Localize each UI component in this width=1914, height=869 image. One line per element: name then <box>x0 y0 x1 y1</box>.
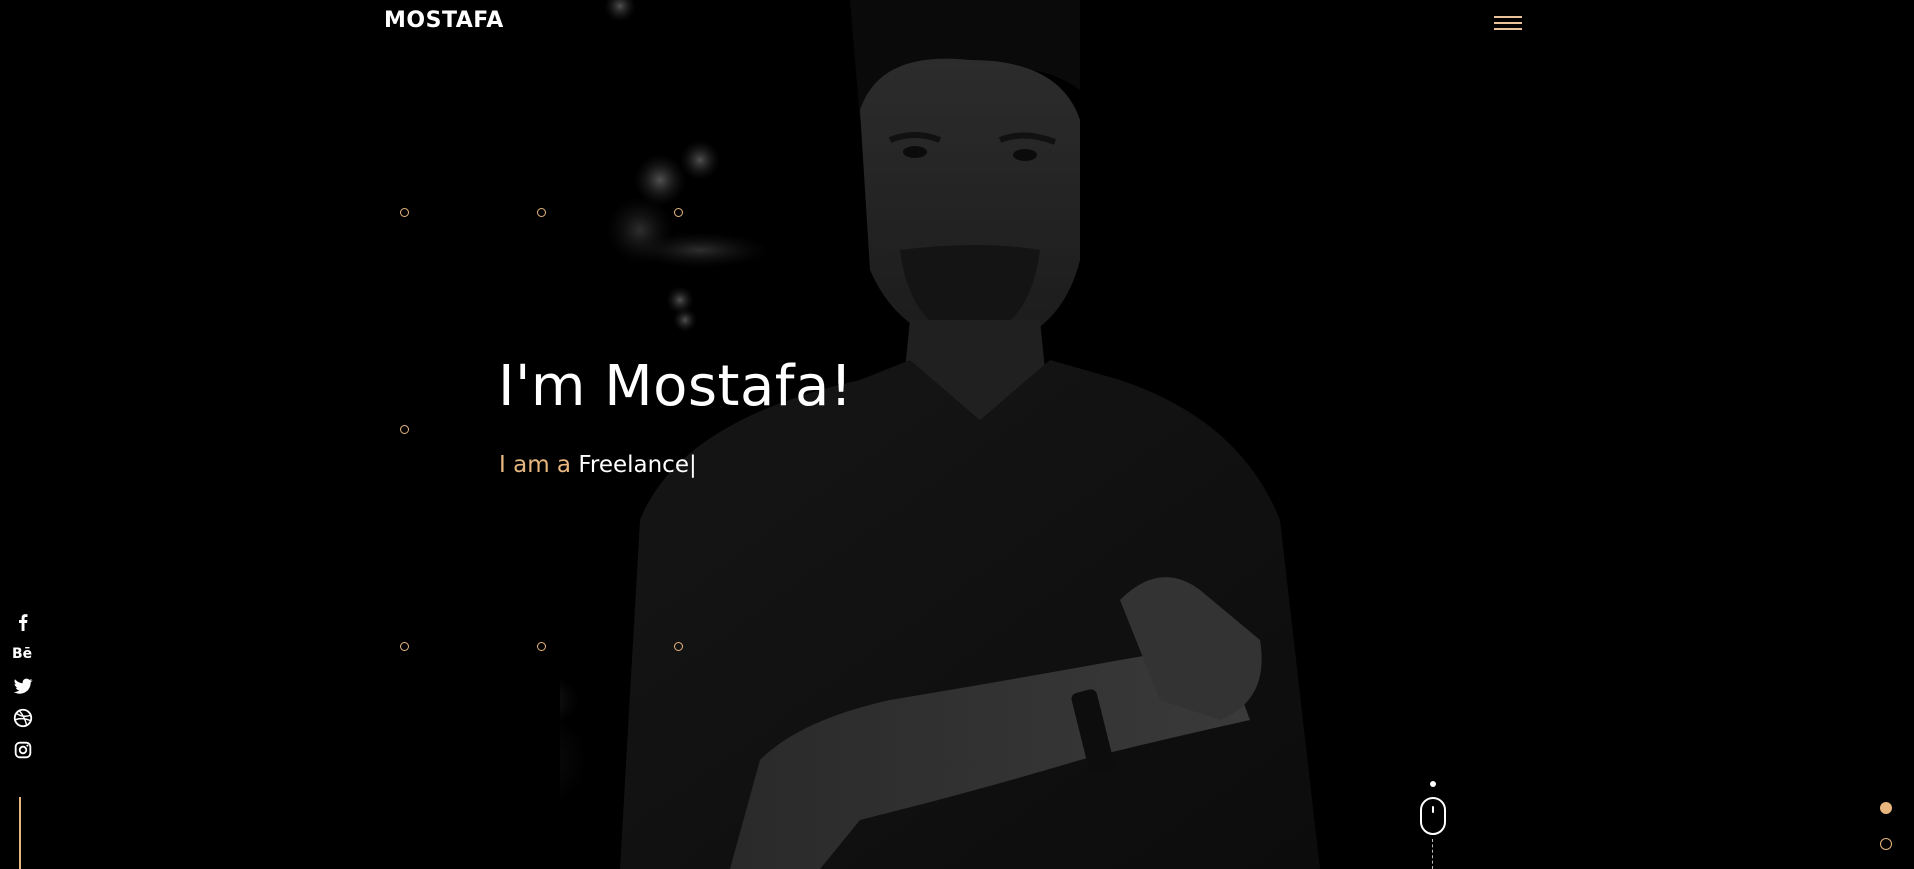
behance-icon: Bē <box>12 646 33 662</box>
pagination-dot[interactable] <box>1880 838 1892 850</box>
decorative-dot <box>674 208 683 217</box>
hero-section: MOSTAFA I'm Mostafa! I am a Freelance| B… <box>0 0 1914 869</box>
hamburger-icon <box>1494 16 1522 18</box>
decorative-dot <box>674 642 683 651</box>
typed-role-text: Freelance <box>578 452 689 478</box>
social-links: Bē <box>12 611 34 771</box>
scroll-indicator-dot <box>1430 781 1436 787</box>
twitter-link[interactable] <box>12 675 34 697</box>
scroll-indicator-line <box>1432 839 1433 869</box>
background-portrait-image <box>560 0 1320 869</box>
hamburger-menu-button[interactable] <box>1492 12 1524 34</box>
mouse-wheel <box>1432 806 1434 813</box>
pagination-dot-active[interactable] <box>1880 802 1892 814</box>
facebook-link[interactable] <box>12 611 34 633</box>
instagram-link[interactable] <box>12 739 34 761</box>
decorative-dot <box>400 642 409 651</box>
site-logo[interactable]: MOSTAFA <box>384 8 504 33</box>
decorative-dot <box>537 642 546 651</box>
section-pagination <box>1880 802 1892 869</box>
instagram-icon <box>14 741 32 759</box>
behance-link[interactable]: Bē <box>12 643 34 665</box>
dribbble-icon <box>13 708 33 728</box>
dribbble-link[interactable] <box>12 707 34 729</box>
decorative-dot <box>400 208 409 217</box>
twitter-icon <box>13 678 33 694</box>
decorative-dot <box>400 425 409 434</box>
decorative-dot <box>537 208 546 217</box>
subtitle-prefix: I am a <box>499 452 571 478</box>
hero-subtitle: I am a Freelance| <box>499 452 697 478</box>
mouse-icon[interactable] <box>1420 797 1446 835</box>
sidebar-accent-line <box>19 797 21 869</box>
facebook-icon <box>19 614 28 631</box>
typing-cursor: | <box>688 452 697 478</box>
hero-title: I'm Mostafa! <box>498 354 853 419</box>
